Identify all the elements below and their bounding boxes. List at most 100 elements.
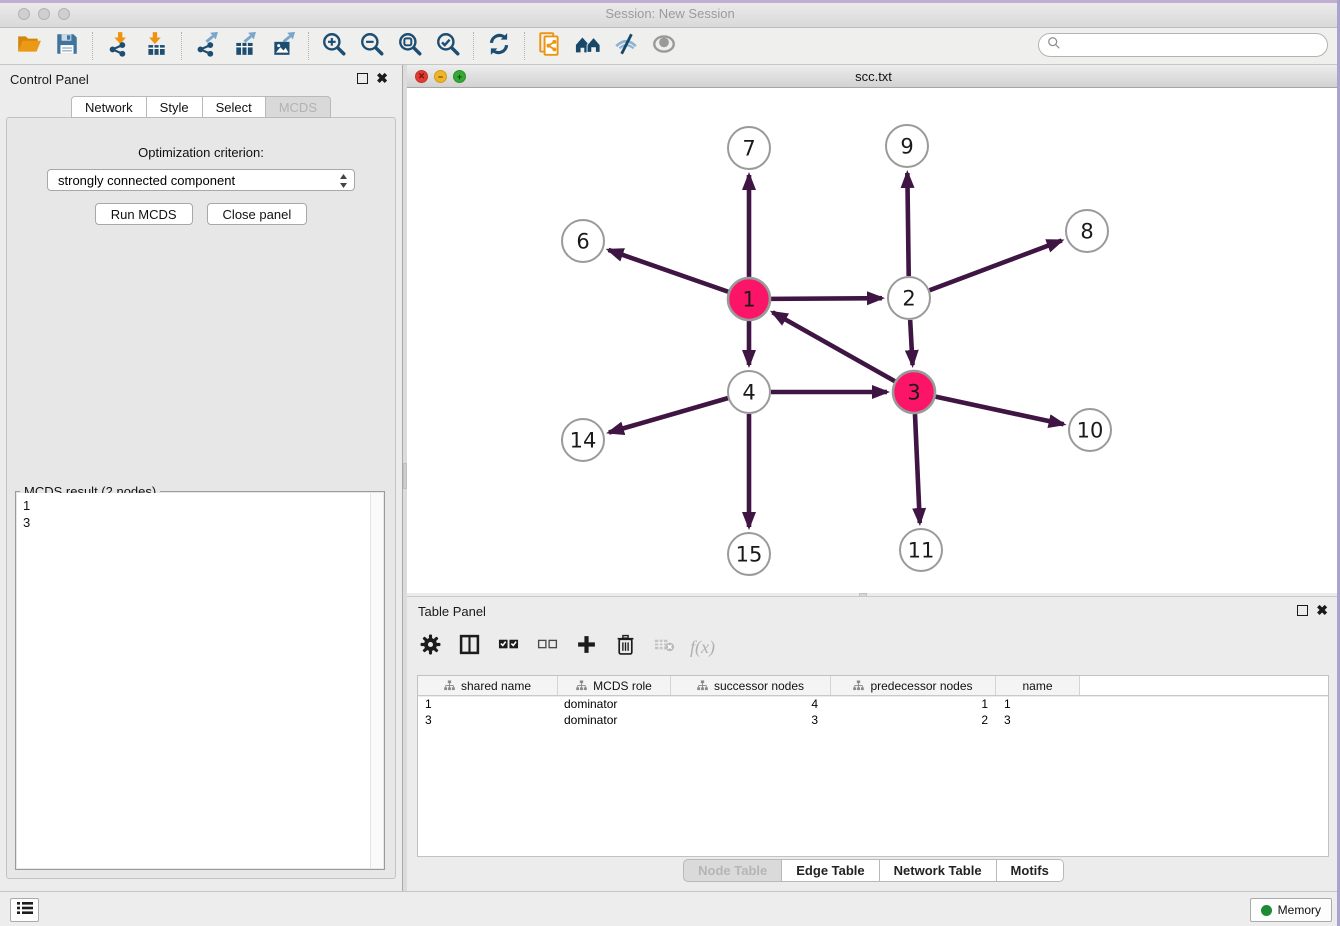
create-column-button[interactable] [573,634,599,660]
float-table-panel-icon[interactable] [1297,605,1308,616]
column-header-name[interactable]: name [996,676,1080,695]
task-history-button[interactable] [10,898,39,922]
table-row[interactable]: 1 dominator 4 1 1 [418,696,1328,712]
table-settings-button[interactable] [417,634,443,660]
result-scrollbar[interactable] [370,493,383,868]
hide-selected-button[interactable] [607,31,645,61]
graph-edge-2-3[interactable] [910,320,912,365]
trash-icon [615,634,636,660]
tab-style[interactable]: Style [147,96,203,118]
graph-node-label: 1 [742,287,755,311]
function-builder-button[interactable]: f(x) [690,637,715,658]
table-panel-title: Table Panel [418,604,486,619]
toolbar-separator [92,32,93,60]
graph-node-label: 14 [570,428,597,452]
column-header-successor-nodes[interactable]: successor nodes [671,676,831,695]
close-panel-button[interactable]: Close panel [207,203,308,225]
run-mcds-button[interactable]: Run MCDS [95,203,193,225]
tab-network-table[interactable]: Network Table [880,859,997,882]
graph-node-label: 11 [908,538,935,562]
graph-edge-1-6[interactable] [608,250,728,292]
graph-node-label: 3 [907,380,920,404]
network-canvas[interactable]: 7968124314101511 [407,88,1340,593]
close-table-panel-icon[interactable]: ✖ [1316,603,1328,617]
cell-successor-nodes[interactable]: 4 [671,697,831,711]
first-neighbors-button[interactable] [569,31,607,61]
zoom-in-button[interactable] [315,31,353,61]
table-header-row: shared name MCDS role successor nodes pr… [418,676,1328,696]
cell-predecessor-nodes[interactable]: 2 [831,713,996,727]
toolbar-separator [473,32,474,60]
graph-edge-3-10[interactable] [936,397,1064,425]
import-table-button[interactable] [137,31,175,61]
mcds-result-group: MCDS result (2 nodes) 1 3 [15,491,385,870]
column-header-predecessor-nodes[interactable]: predecessor nodes [831,676,996,695]
import-network-button[interactable] [99,31,137,61]
control-panel-header: Control Panel ✖ [0,65,402,93]
cell-successor-nodes[interactable]: 3 [671,713,831,727]
mcds-result-text[interactable]: 1 3 [17,493,383,868]
node-table[interactable]: shared name MCDS role successor nodes pr… [417,675,1329,857]
graph-edge-3-11[interactable] [915,414,920,523]
delete-table-icon [654,634,675,660]
cell-name[interactable]: 1 [996,697,1080,711]
toolbar-separator [308,32,309,60]
eye-icon [651,31,677,62]
cell-shared-name[interactable]: 1 [418,697,558,711]
graph-node-label: 15 [736,542,763,566]
export-network-icon [194,31,220,62]
export-table-button[interactable] [226,31,264,61]
new-network-document-icon [537,31,563,62]
cell-shared-name[interactable]: 3 [418,713,558,727]
open-session-button[interactable] [10,31,48,61]
graph-edge-1-2[interactable] [771,298,882,299]
cell-name[interactable]: 3 [996,713,1080,727]
graph-edge-4-14[interactable] [609,398,728,432]
zoom-out-button[interactable] [353,31,391,61]
table-row[interactable]: 3 dominator 3 2 3 [418,712,1328,728]
graph-edge-2-8[interactable] [930,241,1062,291]
tab-edge-table[interactable]: Edge Table [782,859,879,882]
status-bar: Memory [0,891,1340,926]
select-all-columns-button[interactable] [495,634,521,660]
column-header-shared-name[interactable]: shared name [418,676,558,695]
tab-node-table[interactable]: Node Table [683,859,782,882]
delete-column-button[interactable] [612,634,638,660]
cell-mcds-role[interactable]: dominator [558,713,671,727]
delete-table-button[interactable] [651,634,677,660]
zoom-selected-button[interactable] [429,31,467,61]
close-panel-icon[interactable]: ✖ [376,71,388,85]
float-panel-icon[interactable] [357,73,368,84]
column-header-mcds-role[interactable]: MCDS role [558,676,671,695]
control-panel: Control Panel ✖ Network Style Select MCD… [0,65,402,891]
show-column-button[interactable] [456,634,482,660]
search-input[interactable] [1061,35,1327,55]
tab-select[interactable]: Select [203,96,266,118]
tab-network[interactable]: Network [71,96,147,118]
unchecked-boxes-icon [537,634,558,660]
show-all-button[interactable] [645,31,683,61]
graph-node-label: 4 [742,380,755,404]
save-session-button[interactable] [48,31,86,61]
graph-edge-3-1[interactable] [773,312,895,381]
unselect-all-columns-button[interactable] [534,634,560,660]
graph-node-label: 8 [1080,219,1093,243]
memory-button[interactable]: Memory [1250,898,1332,922]
export-image-button[interactable] [264,31,302,61]
optimization-criterion-dropdown[interactable]: strongly connected component [47,169,355,191]
tab-motifs[interactable]: Motifs [997,859,1064,882]
import-network-icon [105,31,131,62]
column-label: predecessor nodes [870,679,972,693]
cell-predecessor-nodes[interactable]: 1 [831,697,996,711]
zoom-fit-button[interactable] [391,31,429,61]
graph-edge-2-9[interactable] [907,173,908,276]
cell-mcds-role[interactable]: dominator [558,697,671,711]
export-network-button[interactable] [188,31,226,61]
new-network-from-selection-button[interactable] [531,31,569,61]
zoom-fit-icon [397,31,423,62]
memory-label: Memory [1278,903,1321,917]
network-graph[interactable]: 7968124314101511 [407,88,1340,593]
tab-mcds[interactable]: MCDS [266,96,331,118]
refresh-button[interactable] [480,31,518,61]
toolbar-search[interactable] [1038,33,1328,57]
